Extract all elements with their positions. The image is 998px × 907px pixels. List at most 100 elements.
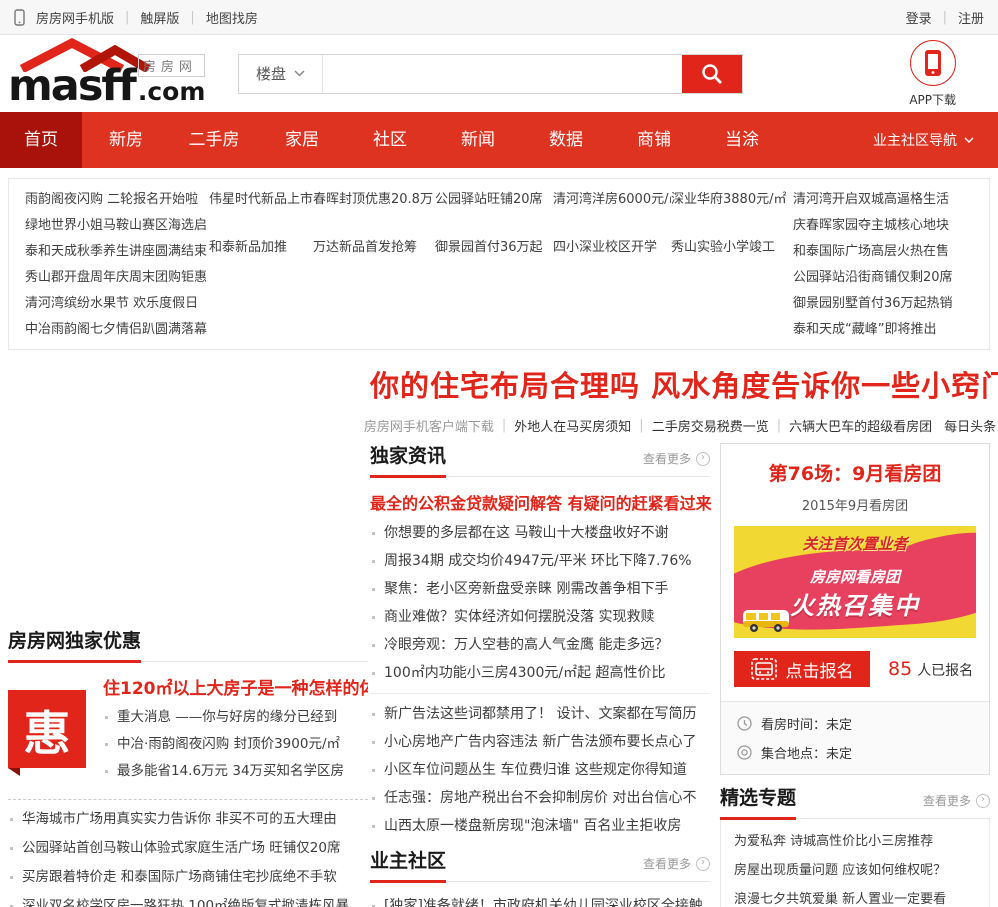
- list-item[interactable]: 冷眼旁观：万人空巷的高人气金鹰 能走多远？: [370, 631, 710, 659]
- list-item[interactable]: 你想要的多层都在这 马鞍山十大楼盘收好不谢: [370, 519, 710, 547]
- list-item[interactable]: 浪漫七夕共筑爱巢 新人置业一定要看: [734, 885, 976, 907]
- view-more-label: 查看更多: [642, 857, 691, 871]
- news-link[interactable]: 中冶雨韵阁七夕情侣趴圆满落幕: [25, 317, 209, 341]
- news-link[interactable]: 御景园别墅首付36万起热销: [793, 291, 973, 317]
- list-item[interactable]: 重大消息 ——你与好房的缘分已经到: [103, 704, 368, 731]
- news-link[interactable]: 和泰国际广场高层火热在售: [793, 239, 973, 265]
- chevron-down-icon: [964, 137, 974, 143]
- news-link[interactable]: 泰和天成秋季养生讲座圆满结束: [25, 239, 209, 265]
- header: masff 房房网 .com 楼盘 APP下载: [0, 35, 998, 112]
- logo-text: masff 房房网 .com: [8, 54, 206, 108]
- register-link[interactable]: 注册: [958, 8, 984, 27]
- hero-link[interactable]: 外地人在马买房须知: [514, 416, 631, 435]
- list-item-text: 小区车位问题丛生 车位费归谁 这些规定你得知道: [384, 762, 687, 778]
- nav-item-data[interactable]: 数据: [522, 112, 610, 168]
- nav-item-home[interactable]: 首页: [0, 112, 82, 168]
- news-link[interactable]: 春晖封顶优惠20.8万: [313, 187, 435, 213]
- signup-button[interactable]: 点击报名: [734, 651, 870, 687]
- list-item[interactable]: 深业双名校学区房一路狂热 100㎡绝版复式掀清栋风暴: [8, 892, 368, 907]
- list-item[interactable]: 为爱私奔 诗城高性价比小三房推荐: [734, 827, 976, 856]
- news-link[interactable]: 秀山实验小学竣工: [671, 235, 793, 261]
- nav-item-dangtu[interactable]: 当涂: [698, 112, 786, 168]
- hero-link[interactable]: 二手房交易税费一览: [652, 416, 769, 435]
- bullet-icon: [372, 531, 375, 535]
- list-item[interactable]: 100㎡内功能小三房4300元/㎡起 超高性价比: [370, 659, 710, 687]
- news-link[interactable]: 秀山郡开盘周年庆周末团购钜惠: [25, 265, 209, 291]
- login-link[interactable]: 登录: [906, 8, 932, 27]
- list-item[interactable]: 中冶·雨韵阁夜闪购 封顶价3900元/㎡: [103, 731, 368, 758]
- news-link[interactable]: 和泰新品加推: [209, 235, 313, 261]
- news-link[interactable]: 公园驿站沿街商铺仅剩20席: [793, 265, 973, 291]
- featured-article-link[interactable]: 最全的公积金贷款疑问解答 有疑问的赶紧看过来: [370, 490, 712, 514]
- mobile-site-link[interactable]: 房房网手机版: [36, 8, 114, 27]
- news-link[interactable]: 四小深业校区开学: [553, 235, 671, 261]
- search-bar: 楼盘: [238, 53, 743, 94]
- divider: |: [776, 418, 782, 433]
- news-link[interactable]: 深业华府3880元/㎡: [671, 187, 793, 213]
- nav-item-news[interactable]: 新闻: [434, 112, 522, 168]
- news-link[interactable]: 庆春晖家园夺主城核心地块: [793, 213, 973, 239]
- view-more-link[interactable]: 查看更多 ›: [923, 792, 990, 818]
- news-link[interactable]: 御景园首付36万起: [435, 235, 553, 261]
- list-item[interactable]: 小心房地产广告内容违法 新广告法颁布要长点心了: [370, 728, 710, 756]
- list-item[interactable]: 周报34期 成交均价4947元/平米 环比下降7.76%: [370, 547, 710, 575]
- news-link[interactable]: 清河湾缤纷水果节 欢乐度假日: [25, 291, 209, 317]
- hero-link[interactable]: 六辆大巴车的超级看房团: [789, 416, 932, 435]
- owner-community-nav-dropdown[interactable]: 业主社区导航: [873, 130, 974, 150]
- news-link[interactable]: 万达新品首发抢筹: [313, 235, 435, 261]
- list-item[interactable]: 公园驿站首创马鞍山体验式家庭生活广场 旺铺仅20席: [8, 834, 368, 863]
- app-download-button[interactable]: [909, 39, 956, 86]
- news-link[interactable]: 公园驿站旺铺20席: [435, 187, 553, 213]
- hero-link[interactable]: 房房网手机客户端下载: [364, 416, 494, 435]
- discount-badge[interactable]: 惠: [8, 690, 86, 776]
- nav-item-home-furnishing[interactable]: 家居: [258, 112, 346, 168]
- news-link[interactable]: 清河湾开启双城高逼格生活: [793, 187, 973, 213]
- view-more-link[interactable]: 查看更多 ›: [643, 450, 710, 476]
- news-column-3: 春晖封顶优惠20.8万 万达新品首发抢筹: [313, 187, 435, 341]
- list-item[interactable]: 华海城市广场用真实实力告诉你 非买不可的五大理由: [8, 805, 368, 834]
- list-item[interactable]: 任志强：房地产税出台不会抑制房价 对出台信心不: [370, 784, 710, 812]
- list-item[interactable]: 最多能省14.6万元 34万买知名学区房: [103, 758, 368, 785]
- signup-count: 85 人已报名: [888, 658, 973, 680]
- nav-item-community[interactable]: 社区: [346, 112, 434, 168]
- search-button[interactable]: [682, 54, 742, 93]
- list-item[interactable]: 房屋出现质量问题 应该如何维权呢？: [734, 856, 976, 885]
- ad-text-line1: 关注首次置业者: [802, 535, 908, 553]
- news-link[interactable]: 清河湾洋房6000元/㎡: [553, 187, 671, 213]
- bus-icon: [750, 658, 777, 680]
- news-link[interactable]: 伟星时代新品上市: [209, 187, 313, 213]
- map-search-link[interactable]: 地图找房: [206, 8, 258, 27]
- mobile-phone-icon: [14, 8, 25, 26]
- hero-headline-link[interactable]: 你的住宅布局合理吗 风水角度告诉你一些小窍门: [370, 363, 998, 405]
- nav-item-secondhand[interactable]: 二手房: [170, 112, 258, 168]
- list-item[interactable]: [独家]准备就绪！市政府机关幼儿园深业校区全接触: [370, 892, 710, 907]
- list-item[interactable]: 商业难做？实体经济如何摆脱没落 实现救赎: [370, 603, 710, 631]
- list-item[interactable]: 买房跟着特价走 和泰国际广场商铺住宅抄底绝不手软: [8, 863, 368, 892]
- list-item-text: 公园驿站首创马鞍山体验式家庭生活广场 旺铺仅20席: [22, 840, 341, 856]
- hero-link[interactable]: 每日头条: [944, 416, 996, 435]
- news-link[interactable]: 泰和天成“藏峰”即将推出: [793, 317, 973, 341]
- list-item-text: 深业双名校学区房一路狂热 100㎡绝版复式掀清栋风暴: [22, 898, 350, 907]
- search-category-dropdown[interactable]: 楼盘: [239, 54, 323, 93]
- news-link[interactable]: 绿地世界小姐马鞍山赛区海选启: [25, 213, 209, 239]
- list-item-text: 周报34期 成交均价4947元/平米 环比下降7.76%: [384, 553, 692, 569]
- view-more-link[interactable]: 查看更多 ›: [643, 855, 710, 881]
- list-item[interactable]: 新广告法这些词都禁用了！ 设计、文案都在写简历: [370, 700, 710, 728]
- bullet-icon: [372, 796, 375, 800]
- list-item[interactable]: 聚焦：老小区旁新盘受亲睐 刚需改善争相下手: [370, 575, 710, 603]
- discount-promo-content: 住120㎡以上大房子是一种怎样的体验 重大消息 ——你与好房的缘分已经到 中冶·…: [103, 674, 368, 785]
- news-link[interactable]: 雨韵阁夜闪购 二轮报名开始啦: [25, 187, 209, 213]
- exclusive-news-section-header: 独家资讯 查看更多 ›: [370, 443, 710, 478]
- nav-item-shops[interactable]: 商铺: [610, 112, 698, 168]
- tour-ad-banner[interactable]: 关注首次置业者 房房网看房团 火热召集中: [734, 526, 976, 638]
- tour-place-label: 集合地点：未定: [761, 747, 853, 762]
- discount-headline-link[interactable]: 住120㎡以上大房子是一种怎样的体验: [103, 674, 368, 699]
- tour-title[interactable]: 第76场：9月看房团: [721, 459, 989, 486]
- logo[interactable]: masff 房房网 .com: [0, 35, 232, 112]
- list-item[interactable]: 小区车位问题丛生 车位费归谁 这些规定你得知道: [370, 756, 710, 784]
- arrow-circle-icon: ›: [976, 793, 990, 808]
- search-input[interactable]: [323, 54, 682, 93]
- nav-item-new-homes[interactable]: 新房: [82, 112, 170, 168]
- list-item[interactable]: 山西太原一楼盘新房现"泡沫墙" 百名业主拒收房: [370, 812, 710, 840]
- touch-site-link[interactable]: 触屏版: [140, 8, 179, 27]
